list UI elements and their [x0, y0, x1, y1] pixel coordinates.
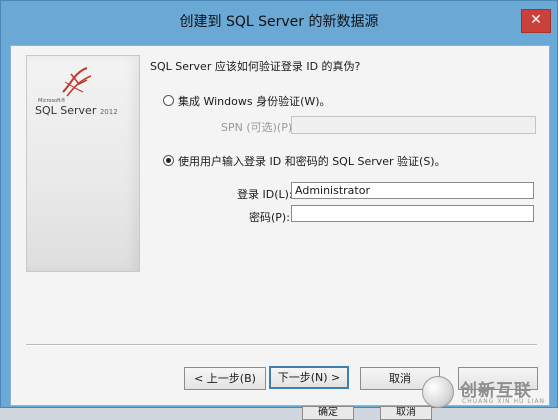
windows-auth-option[interactable]: 集成 Windows 身份验证(W)。: [163, 93, 331, 109]
logo-year: 2012: [99, 108, 118, 116]
dialog-client-area: Microsoft® SQL Server 2012 SQL Server 应该…: [10, 45, 550, 406]
windows-auth-label[interactable]: 集成 Windows 身份验证(W)。: [178, 95, 331, 108]
dialog-window: 创建到 SQL Server 的新数据源 ✕ Microsoft® SQL Se…: [0, 0, 558, 408]
spn-label: SPN (可选)(P):: [221, 121, 296, 134]
next-button[interactable]: 下一步(N) >: [269, 366, 349, 389]
spn-input: [291, 116, 536, 134]
login-id-input[interactable]: Administrator: [291, 182, 534, 199]
sql-auth-label[interactable]: 使用用户输入登录 ID 和密码的 SQL Server 验证(S)。: [178, 155, 446, 168]
close-icon: ✕: [530, 12, 542, 28]
sql-server-logo-icon: [62, 67, 92, 97]
watermark-logo-icon: [422, 376, 454, 408]
password-input[interactable]: [291, 205, 534, 222]
sql-auth-option[interactable]: 使用用户输入登录 ID 和密码的 SQL Server 验证(S)。: [163, 153, 446, 169]
back-button[interactable]: < 上一步(B): [184, 367, 266, 390]
watermark: 创新互联 CHUANG XIN HU LIAN: [418, 370, 558, 412]
login-id-label: 登录 ID(L):: [237, 188, 293, 201]
window-title: 创建到 SQL Server 的新数据源: [179, 14, 379, 30]
sql-server-logo-panel: Microsoft® SQL Server 2012: [26, 55, 140, 272]
close-button[interactable]: ✕: [521, 9, 551, 33]
logo-product-name: SQL Server 2012: [35, 104, 118, 117]
password-label: 密码(P):: [249, 211, 290, 224]
watermark-subtext: CHUANG XIN HU LIAN: [462, 398, 546, 405]
logo-product-text: SQL Server: [35, 104, 97, 117]
separator: [26, 344, 537, 346]
auth-question: SQL Server 应该如何验证登录 ID 的真伪?: [150, 60, 361, 73]
windows-auth-radio[interactable]: [163, 95, 174, 106]
sql-auth-radio[interactable]: [163, 155, 174, 166]
title-bar[interactable]: 创建到 SQL Server 的新数据源 ✕: [1, 1, 557, 45]
background-ok-button[interactable]: 确定: [302, 406, 354, 420]
